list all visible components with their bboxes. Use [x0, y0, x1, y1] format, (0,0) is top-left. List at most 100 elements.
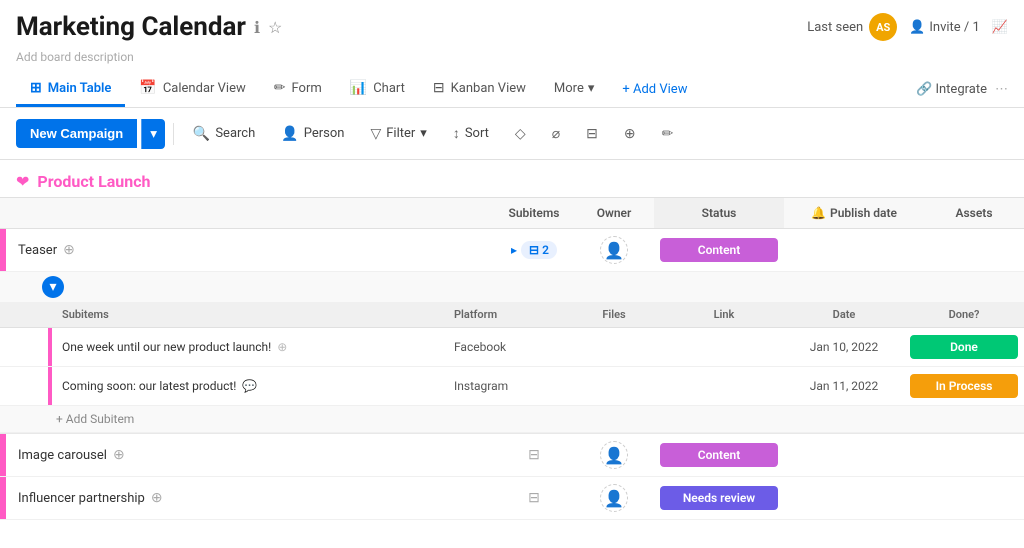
expand-toggle-row: ▾ [0, 272, 1024, 302]
integrate-button[interactable]: 🔗 Integrate [916, 82, 987, 97]
col-header-name [36, 205, 494, 221]
row-assets [924, 246, 1024, 254]
row-subitems[interactable]: ⊟ [494, 443, 574, 467]
subitem-badge: ⊟ 2 [521, 241, 557, 259]
subitem-name: Coming soon: our latest product! 💬 [52, 373, 444, 399]
sub-col-header-date: Date [784, 302, 904, 327]
sub-col-header-files: Files [564, 302, 664, 327]
row-publish-date [784, 246, 924, 254]
chart-icon: 📊 [350, 80, 367, 96]
done-badge: In Process [910, 374, 1018, 398]
person-filter-button[interactable]: 👤 Person [270, 119, 355, 149]
tab-right-actions: 🔗 Integrate ⋯ [916, 82, 1008, 97]
add-row-icon[interactable]: ⊕ [151, 490, 163, 506]
row-assets [924, 494, 1024, 502]
search-icon: 🔍 [193, 126, 210, 142]
col-header-subitems: Subitems [494, 198, 574, 228]
owner-avatar[interactable]: 👤 [600, 236, 628, 264]
status-badge: Content [660, 443, 778, 467]
row-owner: 👤 [574, 232, 654, 268]
subitem-row: Coming soon: our latest product! 💬 Insta… [0, 367, 1024, 406]
table-row: Teaser ⊕ ▸ ⊟ 2 👤 Content [0, 229, 1024, 272]
add-subitem-button[interactable]: + Add Subitem [0, 406, 1024, 433]
group-toggle-icon[interactable]: ❤ [16, 172, 29, 191]
subitems-icon: ⊟ [528, 447, 540, 463]
subitem-name: One week until our new product launch! ⊕ [52, 334, 444, 360]
kanban-icon: ⊟ [433, 80, 445, 96]
info-icon[interactable]: ℹ [254, 18, 260, 37]
row-owner: 👤 [574, 480, 654, 516]
row-status[interactable]: Content [654, 439, 784, 471]
apps-button[interactable]: ✏ [651, 119, 685, 149]
sub-col-header-name: Subitems [52, 302, 444, 327]
subitems-icon: ⊟ [529, 243, 539, 257]
tab-calendar-view[interactable]: 📅 Calendar View [125, 72, 259, 107]
add-row-icon[interactable]: ⊕ [63, 242, 75, 258]
subitem-row: One week until our new product launch! ⊕… [0, 328, 1024, 367]
autofit-button[interactable]: ⊕ [613, 119, 647, 149]
comment-icon[interactable]: 💬 [242, 379, 257, 393]
add-subitem-icon[interactable]: ⊕ [277, 340, 287, 354]
column-icon: ⊟ [586, 126, 598, 142]
hide-button[interactable]: ◇ [504, 119, 537, 149]
collapse-icon: ⌀ [552, 126, 560, 142]
app-container: Marketing Calendar ℹ ☆ Last seen AS 👤 In… [0, 0, 1024, 548]
form-icon: ✏ [274, 80, 286, 96]
owner-avatar[interactable]: 👤 [600, 484, 628, 512]
row-status[interactable]: Content [654, 234, 784, 266]
subitem-done[interactable]: Done [904, 331, 1024, 363]
tab-form[interactable]: ✏ Form [260, 72, 336, 107]
collapse-button[interactable]: ⌀ [541, 119, 571, 149]
column-width-button[interactable]: ⊟ [575, 119, 609, 149]
row-publish-date [784, 494, 924, 502]
row-subitems[interactable]: ▸ ⊟ 2 [494, 237, 574, 263]
subitem-platform: Facebook [444, 334, 564, 360]
hide-icon: ◇ [515, 126, 526, 142]
owner-avatar[interactable]: 👤 [600, 441, 628, 469]
tab-chart[interactable]: 📊 Chart [336, 72, 419, 107]
row-owner: 👤 [574, 437, 654, 473]
add-view-button[interactable]: + Add View [608, 74, 701, 105]
add-row-icon[interactable]: ⊕ [113, 447, 125, 463]
tab-more[interactable]: More ▾ [540, 73, 608, 107]
avatar: AS [869, 13, 897, 41]
table-icon: ⊞ [30, 80, 42, 96]
invite-button[interactable]: 👤 Invite / 1 [909, 20, 980, 35]
subitem-done[interactable]: In Process [904, 370, 1024, 402]
table-row: Influencer partnership ⊕ ⊟ 👤 Needs revie… [0, 477, 1024, 520]
sort-button[interactable]: ↕ Sort [442, 118, 500, 149]
expand-arrow-icon: ▸ [511, 243, 517, 257]
group-title: Product Launch [37, 172, 150, 191]
calendar-icon: 📅 [139, 80, 156, 96]
expand-toggle-button[interactable]: ▾ [42, 276, 64, 298]
tab-kanban-view[interactable]: ⊟ Kanban View [419, 72, 540, 107]
status-badge: Needs review [660, 486, 778, 510]
row-name: Image carousel ⊕ [6, 439, 494, 471]
col-header-publish-date: 🔔 Publish date [784, 198, 924, 228]
subitem-date: Jan 11, 2022 [784, 373, 904, 399]
board-description[interactable]: Add board description [16, 50, 1008, 64]
sub-col-header-link: Link [664, 302, 784, 327]
chevron-down-icon: ▾ [588, 81, 595, 96]
tab-main-table[interactable]: ⊞ Main Table [16, 72, 125, 107]
row-status[interactable]: Needs review [654, 482, 784, 514]
integrate-icon: 🔗 [916, 82, 932, 97]
new-campaign-button[interactable]: New Campaign [16, 119, 137, 148]
row-subitems[interactable]: ⊟ [494, 486, 574, 510]
page-title: Marketing Calendar [16, 12, 246, 42]
subitem-files [564, 380, 664, 392]
person-icon: 👤 [909, 20, 925, 35]
search-button[interactable]: 🔍 Search [182, 119, 266, 149]
subitem-platform: Instagram [444, 373, 564, 399]
more-options-icon[interactable]: ⋯ [995, 82, 1008, 97]
subitem-date: Jan 10, 2022 [784, 334, 904, 360]
group-header: ❤ Product Launch [0, 160, 1024, 197]
filter-button[interactable]: ▽ Filter ▾ [359, 119, 437, 149]
column-headers: Subitems Owner Status 🔔 Publish date Ass… [0, 197, 1024, 229]
new-campaign-caret[interactable]: ▾ [141, 119, 165, 149]
filter-chevron-icon: ▾ [420, 126, 427, 141]
filter-icon: ▽ [370, 126, 381, 142]
col-header-status: Status [654, 198, 784, 228]
star-icon[interactable]: ☆ [268, 18, 282, 37]
subitem-link [664, 341, 784, 353]
